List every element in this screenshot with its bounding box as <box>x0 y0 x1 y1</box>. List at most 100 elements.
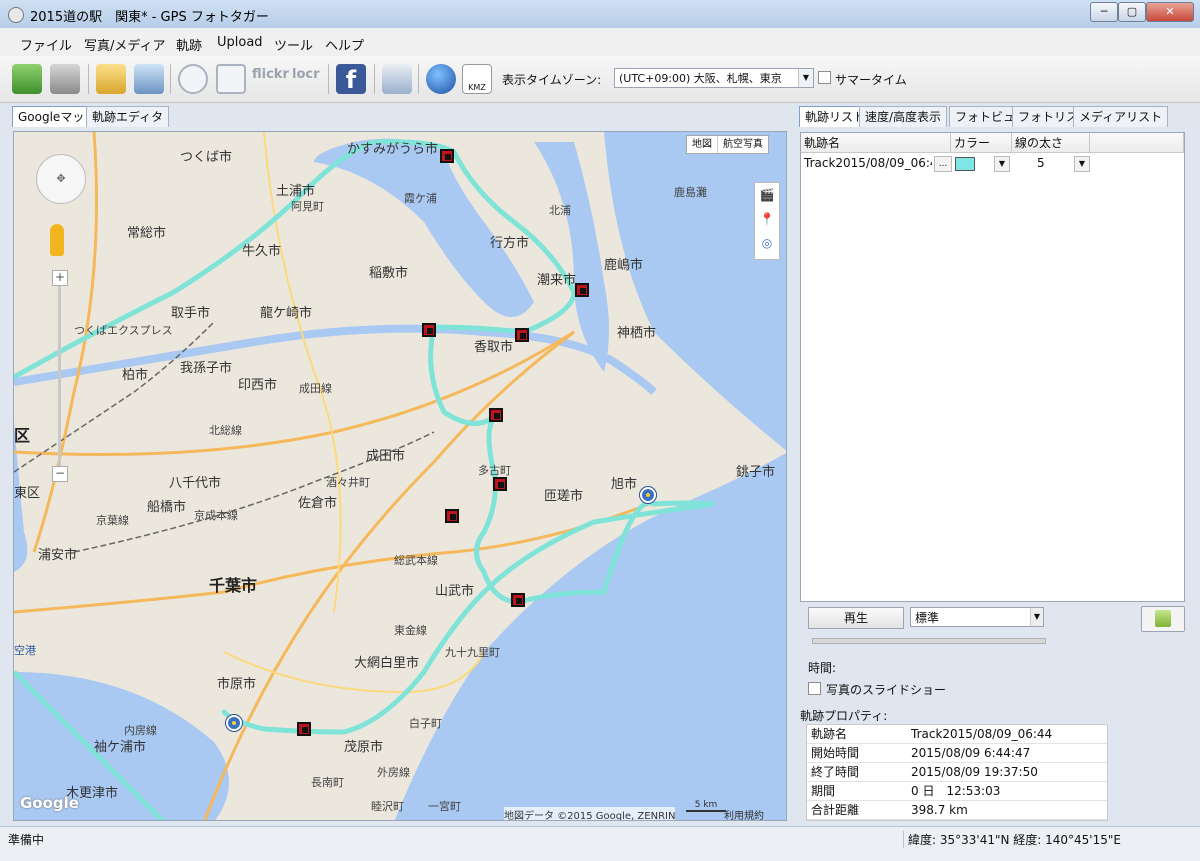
locr-icon[interactable]: locr <box>292 64 322 94</box>
location-pin-icon[interactable]: 📍 <box>759 211 775 227</box>
place-label: 牛久市 <box>242 244 282 259</box>
minimize-button[interactable]: ─ <box>1090 2 1118 22</box>
import-icon[interactable] <box>12 64 42 94</box>
place-label: 浦安市 <box>38 548 78 563</box>
camera-icon[interactable] <box>216 64 246 94</box>
clapper-icon[interactable]: 🎬 <box>759 187 775 203</box>
chevron-down-icon[interactable]: ▼ <box>994 156 1010 172</box>
maximize-button[interactable]: ▢ <box>1118 2 1146 22</box>
timezone-value: (UTC+09:00) 大阪、札幌、東京 <box>619 72 782 85</box>
property-row: 期間 0 日 12:53:03 <box>807 782 1107 801</box>
menu-photo-media[interactable]: 写真/メディア <box>84 35 165 54</box>
street-view-pegman-icon[interactable] <box>50 224 64 256</box>
station-marker[interactable] <box>440 149 454 163</box>
place-label: 袖ケ浦市 <box>94 740 147 755</box>
property-row: 軌跡名 Track2015/08/09_06:44 <box>807 725 1107 744</box>
place-label: 市原市 <box>217 677 257 692</box>
chevron-down-icon[interactable]: ▼ <box>1074 156 1090 172</box>
station-marker[interactable] <box>575 283 589 297</box>
menu-track[interactable]: 軌跡 <box>176 35 202 54</box>
kmz-icon[interactable]: KMZ <box>462 64 492 94</box>
station-marker[interactable] <box>515 328 529 342</box>
timezone-select[interactable]: (UTC+09:00) 大阪、札幌、東京 ▼ <box>614 68 814 88</box>
lake-label: 北浦 <box>549 204 571 217</box>
station-marker[interactable] <box>489 408 503 422</box>
facebook-icon[interactable]: f <box>336 64 366 94</box>
zoom-out-button[interactable]: − <box>52 466 68 482</box>
rail-label: 成田線 <box>299 382 332 395</box>
track-color-swatch[interactable] <box>955 157 975 171</box>
tab-speed-altitude[interactable]: 速度/高度表示 <box>859 106 948 127</box>
rail-label: つくばエクスプレス <box>74 324 173 337</box>
place-label: 船橋市 <box>147 500 187 515</box>
trash-icon[interactable] <box>1141 606 1185 632</box>
flickr-icon[interactable]: flickr <box>252 64 289 94</box>
place-label: 山武市 <box>435 584 475 599</box>
column-header-color[interactable]: カラー <box>951 133 1012 153</box>
place-label: 千葉市 <box>209 576 258 595</box>
place-label: 成田市 <box>366 449 406 464</box>
place-label: 白子町 <box>409 717 442 730</box>
play-button[interactable]: 再生 <box>808 607 904 629</box>
place-label: 大網白里市 <box>354 656 420 671</box>
cursor-coordinates: 緯度: 35°33'41"N 経度: 140°45'15"E <box>903 831 1121 848</box>
tab-media-list[interactable]: メディアリスト <box>1073 106 1169 127</box>
map-view[interactable]: かすみがうら市 つくば市 土浦市 阿見町 霞ケ浦 北浦 鹿島灘 常総市 牛久市 … <box>13 131 787 821</box>
column-header-name[interactable]: 軌跡名 <box>801 133 951 153</box>
map-type-satellite-button[interactable]: 航空写真 <box>718 136 768 153</box>
station-marker[interactable] <box>445 509 459 523</box>
column-header-empty <box>1090 133 1184 153</box>
gps-device-icon[interactable] <box>50 64 80 94</box>
menu-upload[interactable]: Upload <box>217 35 263 50</box>
map-type-roadmap-button[interactable]: 地図 <box>687 136 718 153</box>
track-name-cell[interactable]: Track2015/08/09_06:4 <box>804 154 932 172</box>
slideshow-checkbox[interactable] <box>808 682 821 695</box>
place-label: 阿見町 <box>291 200 324 213</box>
timezone-label: 表示タイムゾーン: <box>502 73 602 87</box>
status-text: 準備中 <box>8 833 45 847</box>
pan-control-icon[interactable]: ✥ <box>36 154 86 204</box>
google-earth-icon[interactable] <box>426 64 456 94</box>
status-bar: 準備中 緯度: 35°33'41"N 経度: 140°45'15"E <box>0 826 1200 861</box>
playback-speed-select[interactable]: 標準 ▼ <box>910 607 1044 627</box>
place-label: 我孫子市 <box>180 361 233 376</box>
station-marker[interactable] <box>297 722 311 736</box>
target-icon[interactable]: ◎ <box>759 235 775 251</box>
window-title: 2015道の駅 関東* - GPS フォトタガー <box>30 10 269 25</box>
export-icon[interactable] <box>382 64 412 94</box>
track-list-table: 軌跡名 カラー 線の太さ Track2015/08/09_06:4 ... ▼ … <box>800 132 1185 602</box>
track-name-ellipsis-button[interactable]: ... <box>934 156 952 172</box>
rail-label: 東金線 <box>394 624 427 637</box>
place-label: 印西市 <box>238 378 278 393</box>
tab-track-editor[interactable]: 軌跡エディタ <box>86 106 170 127</box>
zoom-in-button[interactable]: + <box>52 270 68 286</box>
playback-slider[interactable] <box>812 638 1046 644</box>
menu-file[interactable]: ファイル <box>20 35 72 54</box>
station-marker[interactable] <box>511 593 525 607</box>
place-label: 東区 <box>14 486 41 501</box>
place-label: つくば市 <box>180 150 233 165</box>
property-row: 開始時間 2015/08/09 6:44:47 <box>807 744 1107 763</box>
zoom-slider[interactable] <box>58 286 61 466</box>
photos-icon[interactable] <box>134 64 164 94</box>
track-properties-title: 軌跡プロパティ: <box>800 709 888 723</box>
column-header-width[interactable]: 線の太さ <box>1012 133 1090 153</box>
open-folder-icon[interactable] <box>96 64 126 94</box>
close-button[interactable]: ✕ <box>1146 2 1194 22</box>
dst-label: サマータイム <box>835 73 907 87</box>
place-label: 睦沢町 <box>371 800 404 813</box>
map-terms-link[interactable]: 利用規約 <box>724 807 764 820</box>
track-endpoint-icon[interactable] <box>640 487 656 503</box>
chevron-down-icon: ▼ <box>1030 608 1043 626</box>
track-width-value[interactable]: 5 <box>1037 154 1047 172</box>
track-endpoint-icon[interactable] <box>226 715 242 731</box>
clock-icon[interactable] <box>178 64 208 94</box>
station-marker[interactable] <box>422 323 436 337</box>
property-key: 終了時間 <box>811 765 860 779</box>
property-value: 2015/08/09 6:44:47 <box>911 746 1031 760</box>
dst-checkbox[interactable] <box>818 71 831 84</box>
place-label: 神栖市 <box>617 326 657 341</box>
station-marker[interactable] <box>493 477 507 491</box>
menu-tools[interactable]: ツール <box>274 35 313 54</box>
menu-help[interactable]: ヘルプ <box>325 35 364 54</box>
